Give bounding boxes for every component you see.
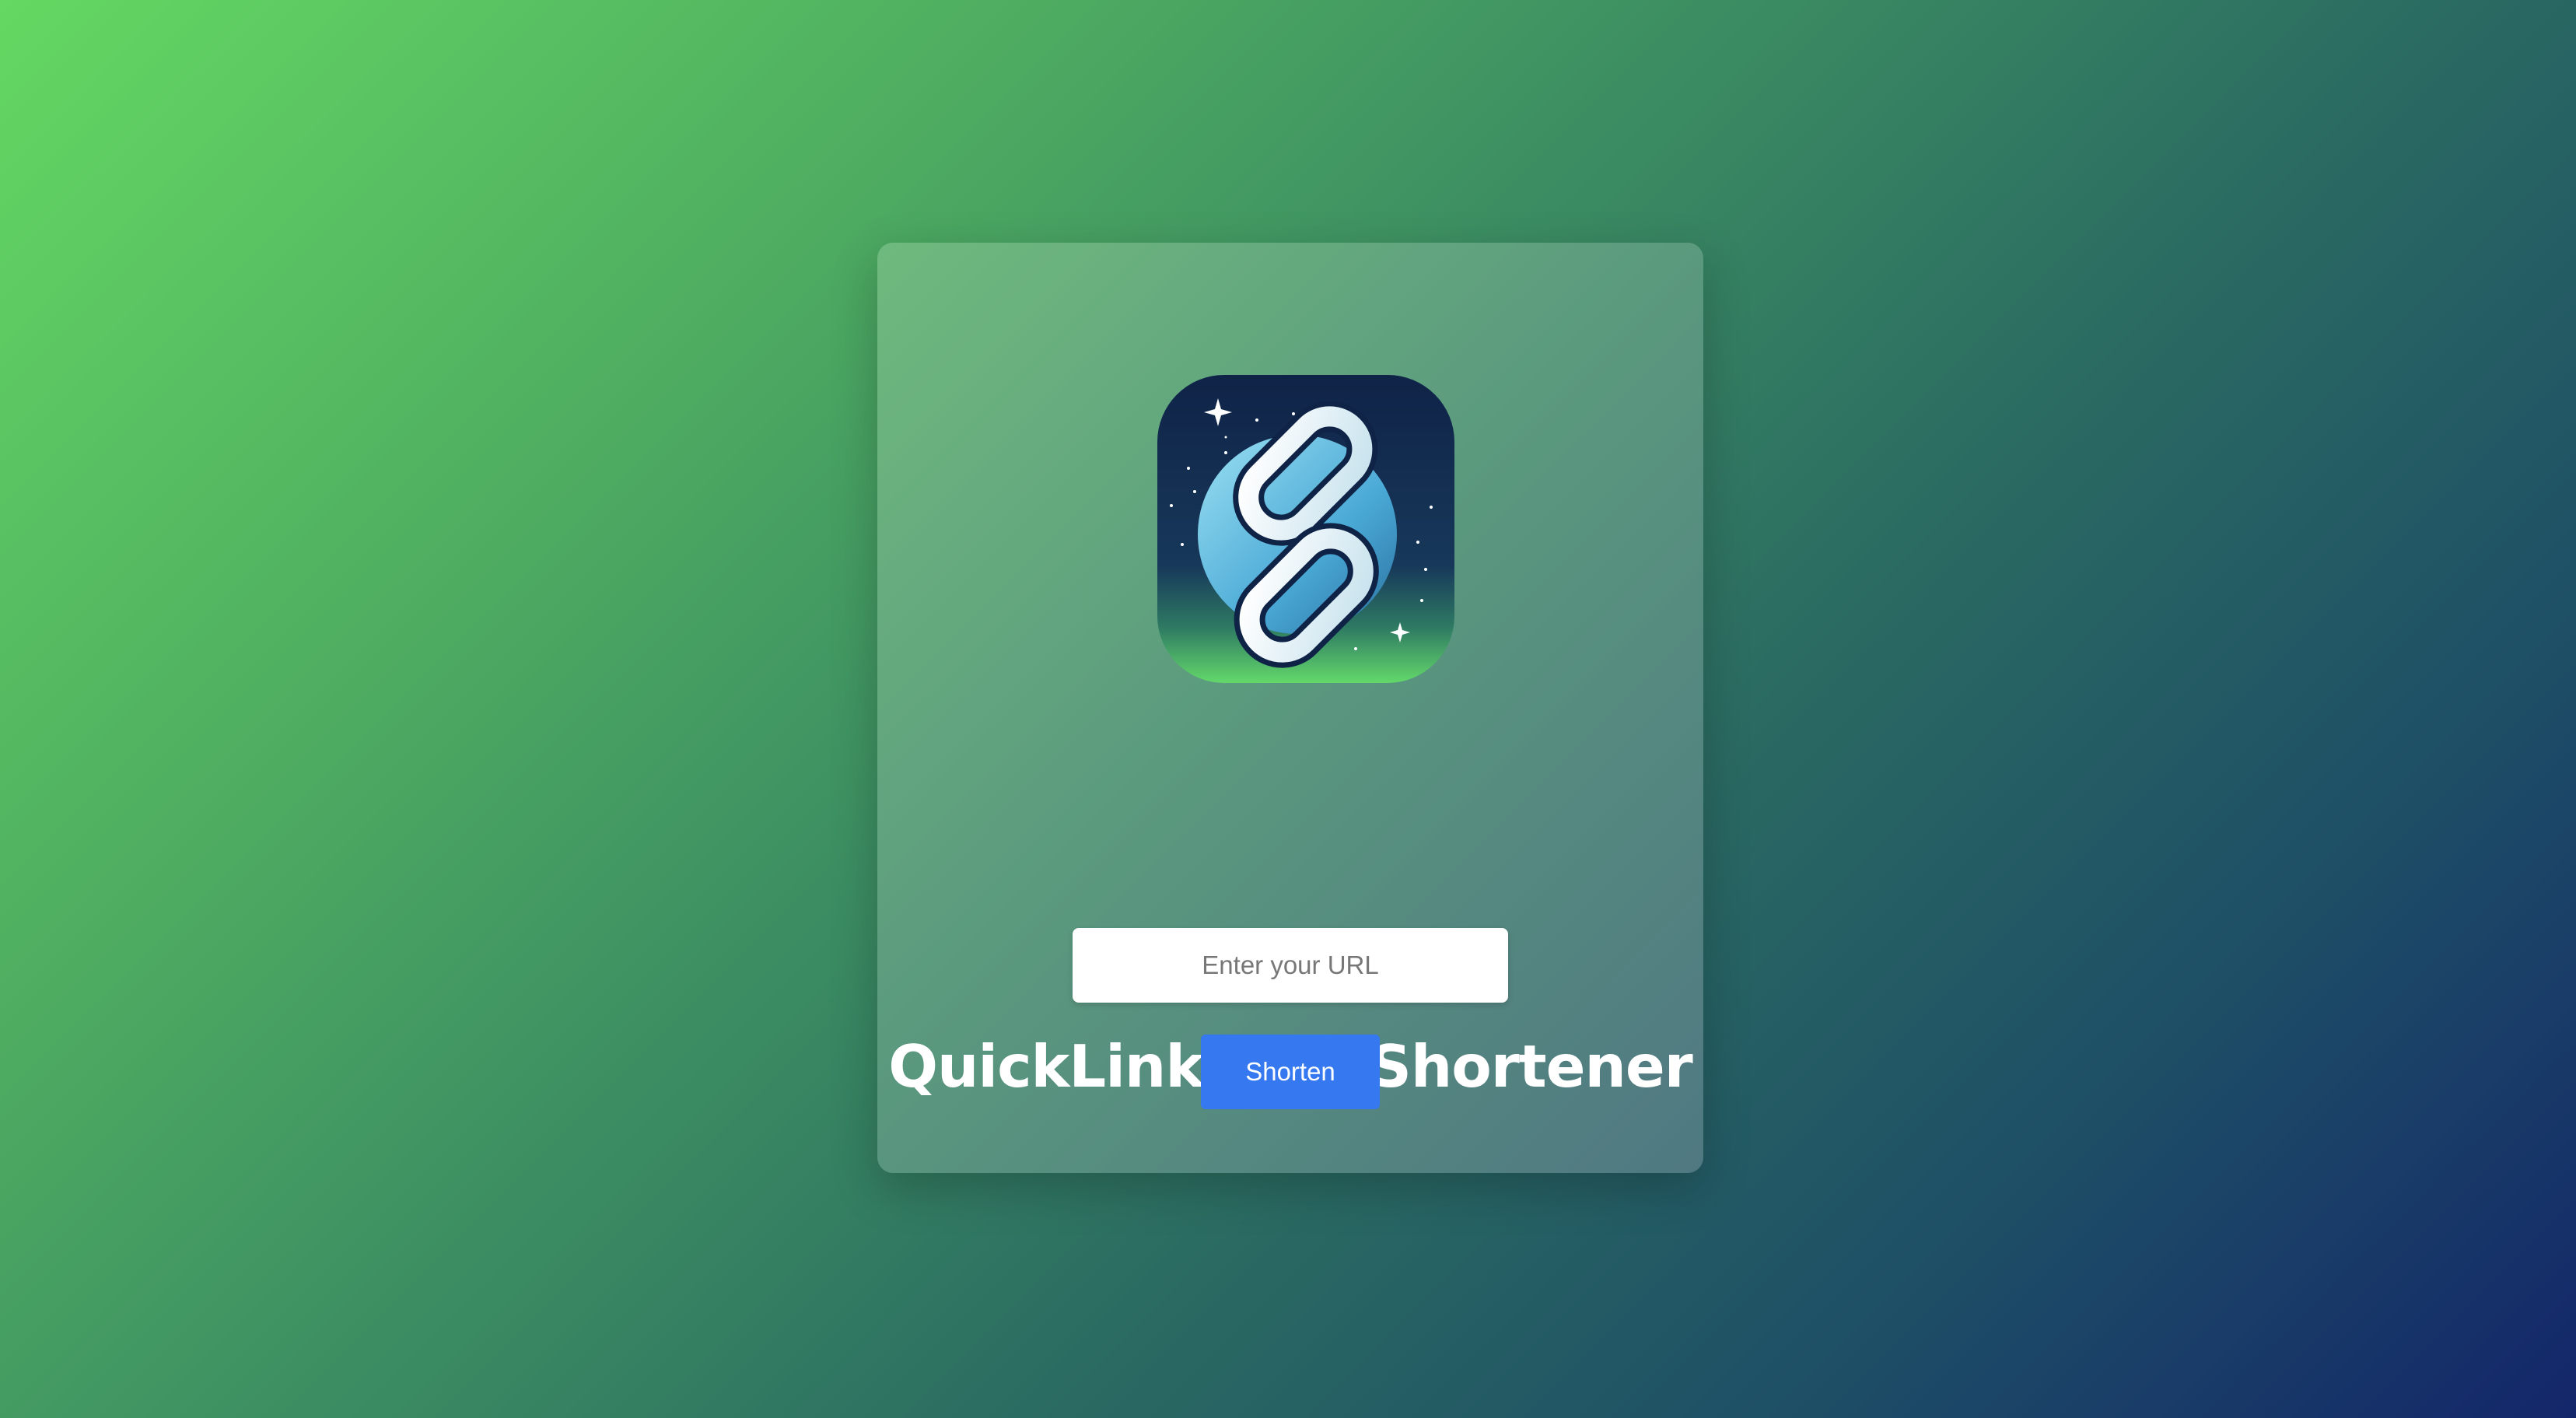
url-input[interactable] xyxy=(1073,928,1508,1003)
shortener-card: QuickLink URL Shortener Shorten xyxy=(877,243,1703,1173)
shorten-button[interactable]: Shorten xyxy=(1201,1035,1380,1109)
chain-link-icon xyxy=(1157,375,1454,683)
